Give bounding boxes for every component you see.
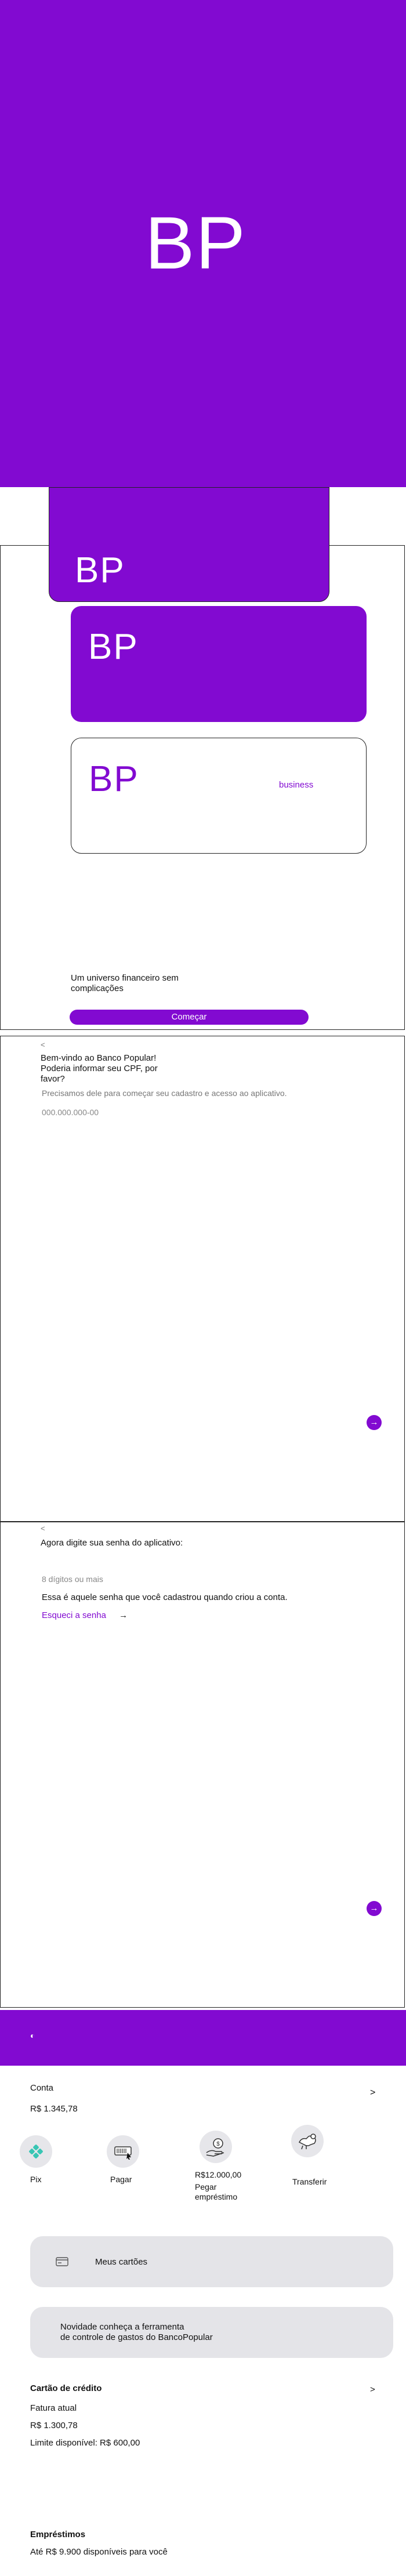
account-label: Conta (30, 2083, 54, 2093)
tagline-line-2: complicações (71, 984, 124, 993)
card-3-logo: BP (89, 759, 139, 799)
pix-icon (29, 2145, 43, 2158)
transfer-button[interactable] (291, 2125, 324, 2157)
forgot-password-label: Esqueci a senha (42, 1610, 106, 1620)
svg-text:$: $ (216, 2141, 220, 2147)
account-balance: R$ 1.345,78 (30, 2104, 78, 2114)
cpf-helper-text: Precisamos dele para começar seu cadastr… (42, 1089, 287, 1098)
cpf-next-button[interactable]: → (367, 1415, 382, 1430)
onboarding-card-2: BP (71, 606, 367, 722)
password-title: Agora digite sua senha do aplicativo: (41, 1538, 183, 1548)
pay-button[interactable] (107, 2135, 139, 2168)
forgot-password-link[interactable]: Esqueci a senha → (42, 1610, 128, 1620)
card-1-logo: BP (75, 550, 125, 590)
onboarding-tagline: Um universo financeiro sem complicações (71, 973, 179, 994)
card-2-logo: BP (88, 627, 139, 667)
promo-line-2: de controle de gastos do BancoPopular (60, 2332, 213, 2342)
loan-icon: $ (206, 2138, 224, 2157)
credit-card-title: Cartão de crédito (30, 2383, 102, 2393)
home-header: ◐ (0, 2010, 406, 2066)
password-next-button[interactable]: → (367, 1901, 382, 1916)
credit-card-icon (56, 2257, 68, 2266)
greeting-line-3: favor? (41, 1074, 65, 1084)
onboarding-card-1: BP (49, 487, 329, 602)
promo-text: Novidade conheça a ferramenta de control… (60, 2322, 213, 2343)
password-info: Essa é aquele senha que você cadastrou q… (42, 1592, 288, 1602)
tagline-line-1: Um universo financeiro sem (71, 973, 179, 983)
transfer-label: Transferir (292, 2177, 327, 2186)
my-cards-button[interactable]: Meus cartões (30, 2236, 393, 2287)
promo-card[interactable]: Novidade conheça a ferramenta de control… (30, 2307, 393, 2358)
current-bill-label: Fatura atual (30, 2403, 77, 2413)
loan-text-1: Pegar (195, 2182, 217, 2192)
start-button[interactable]: Começar (70, 1010, 309, 1025)
card-3-tag: business (279, 780, 314, 790)
loan-button[interactable]: $ (200, 2131, 232, 2163)
eye-icon[interactable]: ◐ (30, 2031, 35, 2040)
cpf-greeting: Bem-vindo ao Banco Popular! Poderia info… (41, 1053, 158, 1084)
available-limit: Limite disponível: R$ 600,00 (30, 2438, 140, 2448)
back-button[interactable]: < (41, 1040, 45, 1049)
greeting-line-1: Bem-vindo ao Banco Popular! (41, 1053, 157, 1063)
arrow-right-icon: → (119, 1610, 128, 1620)
onboarding-card-3: BP business (71, 738, 367, 854)
password-input[interactable]: 8 dígitos ou mais (42, 1574, 216, 1584)
loans-subtitle: Até R$ 9.900 disponíveis para você (30, 2547, 168, 2557)
loan-label: R$12.000,00 Pegar empréstimo (195, 2170, 241, 2202)
greeting-line-2: Poderia informar seu CPF, por (41, 1064, 158, 1073)
cpf-input[interactable]: 000.000.000-00 (42, 1108, 216, 1117)
credit-card-chevron[interactable]: > (370, 2385, 375, 2394)
promo-line-1: Novidade conheça a ferramenta (60, 2322, 184, 2332)
pix-button[interactable] (20, 2135, 52, 2168)
current-bill-value: R$ 1.300,78 (30, 2421, 78, 2430)
barcode-icon (114, 2146, 132, 2160)
splash-logo: BP (145, 202, 246, 285)
loans-title: Empréstimos (30, 2530, 86, 2539)
my-cards-label: Meus cartões (95, 2257, 148, 2267)
back-button[interactable]: < (41, 1524, 45, 1533)
account-chevron-icon[interactable]: > (370, 2088, 375, 2098)
splash-screen: BP (0, 0, 406, 487)
pix-label: Pix (30, 2175, 42, 2184)
transfer-icon (298, 2134, 316, 2150)
loan-text-2: empréstimo (195, 2192, 238, 2201)
pay-label: Pagar (110, 2175, 132, 2184)
loan-amount: R$12.000,00 (195, 2170, 242, 2179)
